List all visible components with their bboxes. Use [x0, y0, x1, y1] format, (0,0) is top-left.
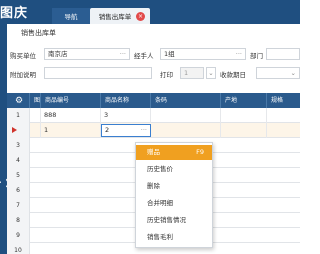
origin-cell[interactable] [221, 123, 267, 138]
attach-label: 附加说明 [10, 71, 36, 79]
row-number: 3 [7, 138, 30, 153]
dept-field[interactable] [266, 48, 300, 60]
menu-item-sales-history[interactable]: 历史销售情况 [136, 213, 212, 228]
header-settings-cell[interactable] [7, 93, 30, 108]
document-title: 销售出库单 [21, 29, 56, 37]
menu-item-history-price[interactable]: 历史售价 [136, 162, 212, 177]
close-tab-icon[interactable]: × [136, 12, 145, 21]
buyer-field[interactable]: 南京店 ··· [44, 48, 130, 60]
row-number: 10 [7, 243, 30, 254]
header-product-code[interactable]: 商品编号 [41, 93, 101, 108]
buyer-browse-icon[interactable]: ··· [120, 49, 126, 59]
collect-date-field[interactable]: ⌄ [256, 67, 300, 79]
row-number [7, 123, 30, 138]
header-spec[interactable]: 规格 [267, 93, 300, 108]
product-browse-icon[interactable]: ··· [141, 125, 147, 136]
attach-field[interactable] [44, 67, 152, 79]
image-cell [30, 108, 41, 123]
handler-browse-icon[interactable]: ··· [236, 49, 242, 59]
row-number: 9 [7, 228, 30, 243]
print-value: 1 [184, 69, 189, 77]
table-row-active[interactable]: 1 2 ··· [7, 123, 300, 138]
header-barcode[interactable]: 条码 [151, 93, 221, 108]
current-row-marker-icon [12, 127, 17, 133]
row-number: 4 [7, 153, 30, 168]
menu-item-gift-shortcut: F9 [196, 148, 204, 156]
print-field[interactable]: 1 [180, 67, 204, 79]
table-row[interactable]: 1 888 3 [7, 108, 300, 123]
top-bar: 图庆 导航 销售出库单 × [0, 0, 300, 24]
barcode-cell[interactable] [151, 108, 221, 123]
chevron-down-icon: ⌄ [290, 69, 296, 77]
header-origin[interactable]: 产地 [221, 93, 267, 108]
menu-item-delete[interactable]: 删除 [136, 179, 212, 194]
chevron-down-icon: ⌄ [208, 69, 214, 77]
print-label: 打印 [160, 71, 173, 79]
app-logo: 图庆 [0, 6, 29, 21]
menu-item-gift-label: 赠品 [147, 148, 160, 156]
grid-header: ⚙ 图 商品编号 商品名称 条码 产地 规格 [7, 93, 300, 108]
dept-label: 部门 [250, 52, 263, 60]
buyer-value: 南京店 [48, 50, 68, 58]
product-name-cell[interactable]: 3 [101, 108, 151, 123]
left-sidebar: 次库 [0, 24, 18, 254]
product-name-editor[interactable]: 2 ··· [101, 124, 151, 137]
handler-value: 1组 [164, 50, 175, 58]
row-number: 5 [7, 168, 30, 183]
header-image[interactable]: 图 [30, 93, 41, 108]
product-code-cell[interactable]: 888 [41, 108, 101, 123]
handler-field[interactable]: 1组 ··· [160, 48, 246, 60]
product-code-cell[interactable]: 1 [41, 123, 101, 138]
buyer-label: 购买单位 [10, 52, 36, 60]
spec-cell[interactable] [267, 123, 300, 138]
row-number: 6 [7, 183, 30, 198]
row-number: 8 [7, 213, 30, 228]
menu-item-merge-details[interactable]: 合并明细 [136, 196, 212, 211]
tab-sales-outbound[interactable]: 销售出库单 × [90, 8, 150, 24]
tab-sales-outbound-label: 销售出库单 [98, 13, 132, 21]
origin-cell[interactable] [221, 108, 267, 123]
print-dropdown[interactable]: ⌄ [206, 67, 216, 79]
tab-navigation[interactable]: 导航 [52, 8, 90, 24]
spec-cell[interactable] [267, 108, 300, 123]
product-name-editor-value: 2 [105, 126, 110, 134]
header-product-name[interactable]: 商品名称 [101, 93, 151, 108]
handler-label: 经手人 [134, 52, 154, 60]
context-menu: 赠品 F9 历史售价 删除 合并明细 历史销售情况 销售毛利 [135, 142, 213, 248]
barcode-cell[interactable] [151, 123, 221, 138]
image-cell [30, 123, 41, 138]
menu-item-gift[interactable]: 赠品 F9 [136, 145, 212, 160]
row-number: 1 [7, 108, 30, 123]
collect-date-label: 收款期日 [220, 71, 246, 79]
menu-item-gross-profit[interactable]: 销售毛利 [136, 230, 212, 245]
row-number: 7 [7, 198, 30, 213]
